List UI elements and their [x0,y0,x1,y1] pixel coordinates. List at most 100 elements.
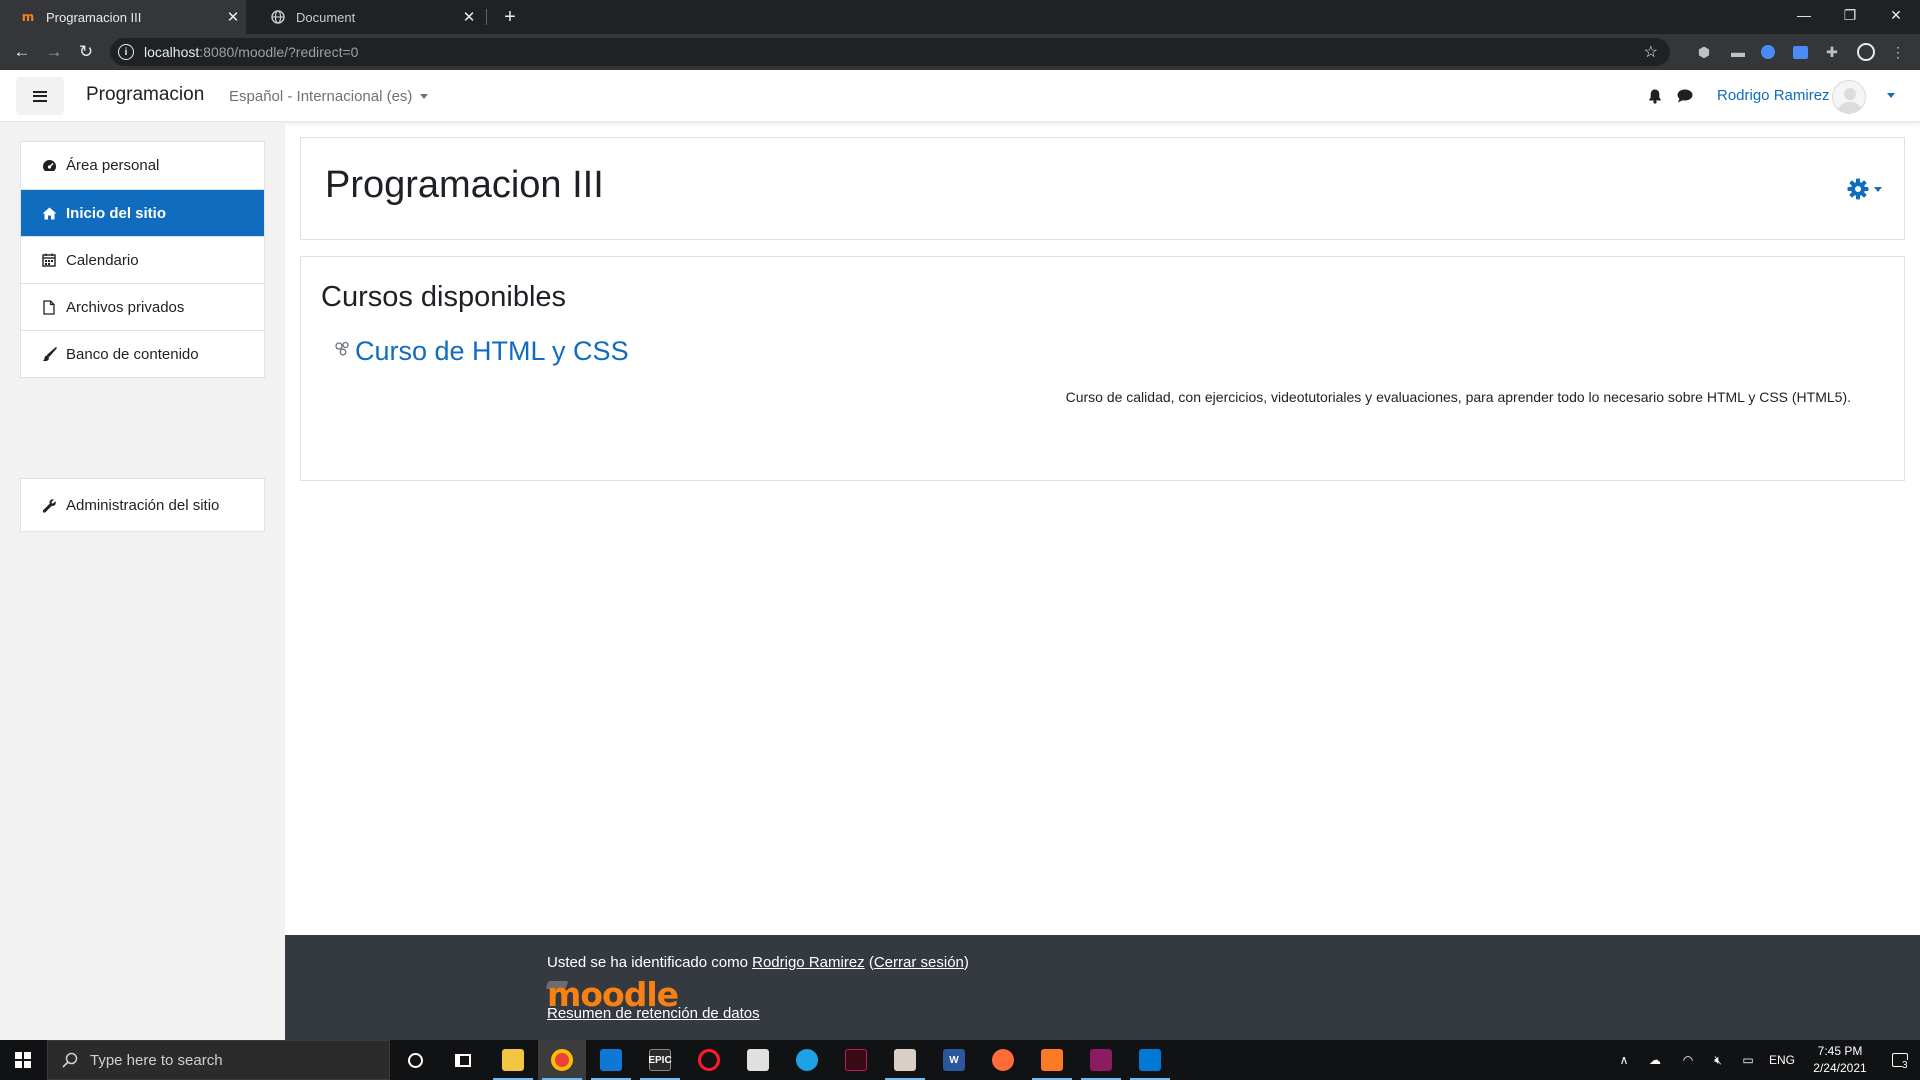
drawer-toggle-button[interactable] [16,77,64,115]
bookmark-star-icon[interactable]: ☆ [1644,42,1658,62]
drawer-item-archivos-privados[interactable]: Archivos privados [21,283,264,330]
taskbar-search[interactable]: Type here to search [47,1040,390,1080]
extension-cube-icon[interactable]: ⬢ [1694,42,1714,62]
drawer-item-area-personal[interactable]: Área personal [21,142,264,189]
chevron-down-icon [420,94,429,99]
logged-in-info: Usted se ha identificado como Rodrigo Ra… [547,954,969,971]
course-link[interactable]: Curso de HTML y CSS [355,336,629,367]
file-icon [41,299,57,315]
user-name[interactable]: Rodrigo Ramirez [1717,87,1830,104]
language-menu[interactable]: Español - Internacional (es) [229,88,429,105]
page-header-card: Programacion III [300,137,1905,240]
profile-link[interactable]: Rodrigo Ramirez [752,954,865,971]
address-bar[interactable]: i localhost :8080/moodle/?redirect=0 ☆ [110,38,1670,66]
profile-icon[interactable] [1856,42,1876,62]
messages-chat-icon[interactable] [1677,89,1693,103]
logout-open: ( [864,954,874,971]
wifi-icon[interactable]: ◠ [1674,1040,1702,1080]
available-courses-card: Cursos disponibles Curso de HTML y CSS C… [300,256,1905,481]
drawer-item-administracion[interactable]: Administración del sitio [21,479,264,531]
winrar-icon[interactable] [1077,1040,1125,1080]
browser-toolbar: ← → ↻ i localhost :8080/moodle/?redirect… [0,34,1920,70]
back-icon[interactable]: ← [10,40,34,64]
avatar-head [1844,88,1856,100]
search-icon [62,1052,78,1068]
volume-muted-icon[interactable]: 🔇︎ [1704,1040,1732,1080]
tray-chevron-up-icon[interactable]: ∧ [1612,1040,1636,1080]
drawer-item-label: Inicio del sitio [66,204,167,222]
windows-logo-icon [15,1052,31,1068]
input-language[interactable]: ENG [1764,1040,1800,1080]
vscode-icon[interactable] [1126,1040,1174,1080]
drawer-item-calendario[interactable]: Calendario [21,236,264,283]
extensions-puzzle-icon[interactable]: ✚ [1822,42,1842,62]
moodle-navbar: Programacion Español - Internacional (es… [0,70,1920,122]
site-brand[interactable]: Programacion [86,84,204,106]
reload-icon[interactable]: ↻ [74,40,98,64]
notifications-bell-icon[interactable] [1647,88,1663,104]
settings-menu-button[interactable] [1847,178,1882,200]
translate-icon[interactable] [1790,42,1810,62]
opera-icon[interactable] [685,1040,733,1080]
drawer-item-label: Archivos privados [66,298,185,316]
drawer-nav-list: Área personal Inicio del sitio Calendari… [20,141,265,378]
tab-title: Programacion III [46,9,142,25]
site-info-icon[interactable]: i [118,44,134,60]
onedrive-icon[interactable]: ☁ [1640,1040,1670,1080]
drawer-item-inicio-del-sitio[interactable]: Inicio del sitio [21,189,264,236]
extension-blue-icon[interactable] [1758,42,1778,62]
logout-link[interactable]: Cerrar sesión [874,954,964,971]
user-menu-chevron-icon[interactable] [1887,93,1895,98]
page-footer: Usted se ha identificado como Rodrigo Ra… [285,935,1920,1040]
file-explorer-icon[interactable] [489,1040,537,1080]
close-tab-icon[interactable]: ✕ [220,8,246,26]
language-label: Español - Internacional (es) [229,88,413,105]
task-view-icon[interactable] [439,1040,487,1080]
gear-icon [1847,178,1869,200]
tab-programacion[interactable]: m Programacion III ✕ [0,0,246,34]
calendar-icon [41,252,57,268]
home-icon [41,205,57,221]
logged-in-prefix: Usted se ha identificado como [547,954,753,971]
photo-app-icon[interactable] [881,1040,929,1080]
xampp-icon[interactable] [1028,1040,1076,1080]
avatar-body [1838,102,1862,113]
edge-icon[interactable] [783,1040,831,1080]
tab-document[interactable]: Document ✕ [250,0,482,34]
tab-divider [486,9,487,25]
data-retention-link[interactable]: Resumen de retención de datos [547,1005,760,1022]
postman-icon[interactable] [979,1040,1027,1080]
mail-icon[interactable] [587,1040,635,1080]
course-summary: Curso de calidad, con ejercicios, videot… [1065,389,1851,405]
nav-drawer: Área personal Inicio del sitio Calendari… [0,122,285,1040]
drawer-item-banco-de-contenido[interactable]: Banco de contenido [21,330,264,377]
url-path: :8080/moodle/?redirect=0 [199,44,359,60]
drawer-item-label: Calendario [66,251,139,269]
restore-icon[interactable]: ❐ [1828,0,1872,30]
brush-icon [41,346,57,362]
battery-icon[interactable]: ▭ [1734,1040,1762,1080]
vs-dark-icon[interactable] [832,1040,880,1080]
logout-close: ) [963,954,969,971]
new-tab-button[interactable]: + [498,4,522,30]
avatar[interactable] [1832,80,1866,114]
drawer-admin-list: Administración del sitio [20,478,265,532]
store-icon[interactable] [734,1040,782,1080]
action-center-icon[interactable]: 3 [1880,1040,1920,1080]
extension-gray-icon[interactable]: ▬ [1728,42,1748,62]
drawer-item-label: Banco de contenido [66,345,199,363]
system-clock[interactable]: 7:45 PM 2/24/2021 [1800,1043,1880,1077]
close-tab-icon[interactable]: ✕ [456,8,482,26]
chevron-down-icon [1874,186,1882,192]
epic-games-icon[interactable]: EPIC [636,1040,684,1080]
word-icon[interactable]: W [930,1040,978,1080]
browser-menu-icon[interactable]: ⋮ [1888,42,1908,62]
start-button[interactable] [0,1040,46,1080]
forward-icon[interactable]: → [42,40,66,64]
notification-count-badge: 3 [1902,1060,1908,1071]
close-window-icon[interactable]: ✕ [1874,0,1918,30]
chrome-icon[interactable] [538,1040,586,1080]
globe-icon [270,9,286,25]
cortana-icon[interactable] [391,1040,439,1080]
minimize-icon[interactable]: — [1782,0,1826,30]
